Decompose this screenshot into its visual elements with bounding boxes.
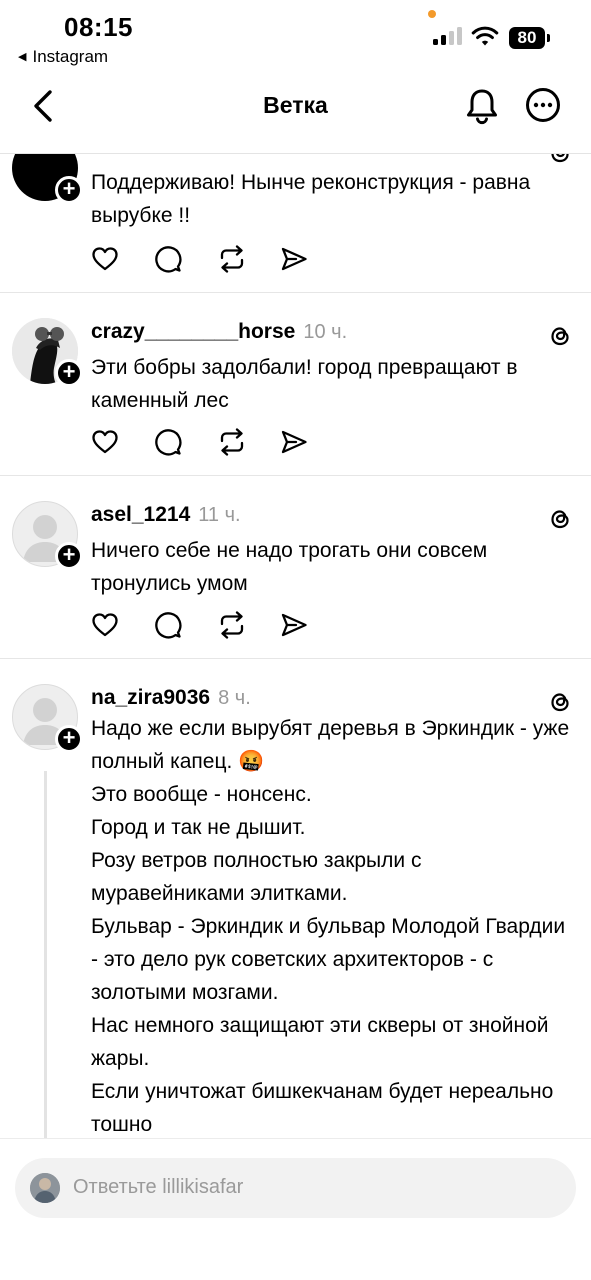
username[interactable]: na_zira9036 (91, 686, 210, 710)
battery-tip (547, 34, 550, 42)
back-triangle-icon: ◀ (18, 51, 27, 63)
post-text-line: Город и так не дышит. (91, 816, 306, 839)
post-actions (91, 610, 343, 640)
thread-feed[interactable]: + Поддерживаю! Нынче реконструкция - рав… (0, 154, 591, 1138)
reply-input[interactable]: Ответьте lillikisafar (15, 1158, 576, 1218)
post-text-line: Ничего себе не надо трогать они совсем т… (91, 539, 488, 595)
thread-header: Ветка (0, 78, 591, 154)
post-text: Ничего себе не надо трогать они совсем т… (91, 534, 577, 600)
post-text-line: Эти бобры задолбали! город превращают в … (91, 356, 518, 412)
user-avatar (30, 1173, 60, 1203)
post-text: Поддерживаю! Нынче реконструкция - равна… (91, 166, 577, 232)
post-text-line: Нас немного защищают эти скверы от знойн… (91, 1014, 549, 1070)
follow-plus-icon[interactable]: + (55, 176, 83, 204)
heart-icon[interactable] (91, 429, 119, 455)
heart-icon[interactable] (91, 612, 119, 638)
post-time: 8 ч. (218, 687, 251, 709)
thread-post: + crazy________horse 10 ч. Эти бобры зад… (0, 293, 591, 476)
threads-icon[interactable] (547, 323, 573, 349)
status-bar: 08:15 ◀ Instagram 80 (0, 0, 591, 78)
post-text-line: Если уничтожат бишкекчанам будет нереаль… (91, 1080, 554, 1136)
heart-icon[interactable] (91, 246, 119, 272)
post-text-line: Поддерживаю! Нынче реконструкция - равна… (91, 171, 531, 227)
comment-icon[interactable] (154, 428, 182, 456)
post-actions (91, 244, 343, 274)
post-actions (91, 427, 343, 457)
avatar[interactable]: + (12, 684, 83, 753)
privacy-indicator-dot (428, 10, 436, 18)
post-time: 11 ч. (198, 504, 241, 526)
reply-placeholder: Ответьте lillikisafar (73, 1176, 244, 1198)
post-text-line: Розу ветров полностью закрыли с муравейн… (91, 849, 422, 905)
post-text-line: Надо же если вырубят деревья в Эркиндик … (91, 717, 570, 773)
screen: 08:15 ◀ Instagram 80 Ветка + Поддерживаю… (0, 0, 591, 1280)
thread-post: + na_zira9036 8 ч. Надо же если вырубят … (0, 659, 591, 1138)
repost-icon[interactable] (217, 428, 247, 456)
reply-bar: Ответьте lillikisafar (0, 1138, 591, 1280)
follow-plus-icon[interactable]: + (55, 542, 83, 570)
share-icon[interactable] (280, 612, 308, 638)
more-icon[interactable] (525, 87, 561, 123)
avatar[interactable]: + (12, 154, 83, 204)
wifi-icon (471, 26, 499, 46)
thread-connector-line (44, 771, 47, 1138)
post-text: Эти бобры задолбали! город превращают в … (91, 351, 577, 417)
share-icon[interactable] (280, 429, 308, 455)
comment-icon[interactable] (154, 245, 182, 273)
repost-icon[interactable] (217, 611, 247, 639)
follow-plus-icon[interactable]: + (55, 725, 83, 753)
status-time: 08:15 (64, 12, 133, 42)
comment-icon[interactable] (154, 611, 182, 639)
username[interactable]: asel_1214 (91, 503, 190, 527)
cellular-signal-icon (433, 27, 462, 45)
post-meta: na_zira9036 8 ч. (91, 686, 251, 710)
thread-post: + Поддерживаю! Нынче реконструкция - рав… (0, 154, 591, 293)
battery-icon: 80 (509, 27, 545, 49)
post-text-line: Бульвар - Эркиндик и бульвар Молодой Гва… (91, 915, 566, 1004)
share-icon[interactable] (280, 246, 308, 272)
thread-post: + asel_1214 11 ч. Ничего себе не надо тр… (0, 476, 591, 659)
post-text: Надо же если вырубят деревья в Эркиндик … (91, 712, 577, 1138)
bell-icon[interactable] (462, 86, 502, 126)
threads-icon[interactable] (547, 506, 573, 532)
page-title: Ветка (263, 92, 328, 118)
post-meta: crazy________horse 10 ч. (91, 320, 347, 344)
post-meta: asel_1214 11 ч. (91, 503, 241, 527)
follow-plus-icon[interactable]: + (55, 359, 83, 387)
username[interactable]: crazy________horse (91, 320, 295, 344)
threads-icon[interactable] (547, 154, 573, 166)
back-app-label: Instagram (32, 47, 109, 66)
post-text-line: Это вообще - нонсенс. (91, 783, 312, 806)
avatar[interactable]: + (12, 501, 83, 570)
post-time: 10 ч. (303, 321, 348, 343)
back-to-app-link[interactable]: ◀ Instagram (18, 47, 108, 67)
avatar[interactable]: + (12, 318, 83, 387)
repost-icon[interactable] (217, 245, 247, 273)
